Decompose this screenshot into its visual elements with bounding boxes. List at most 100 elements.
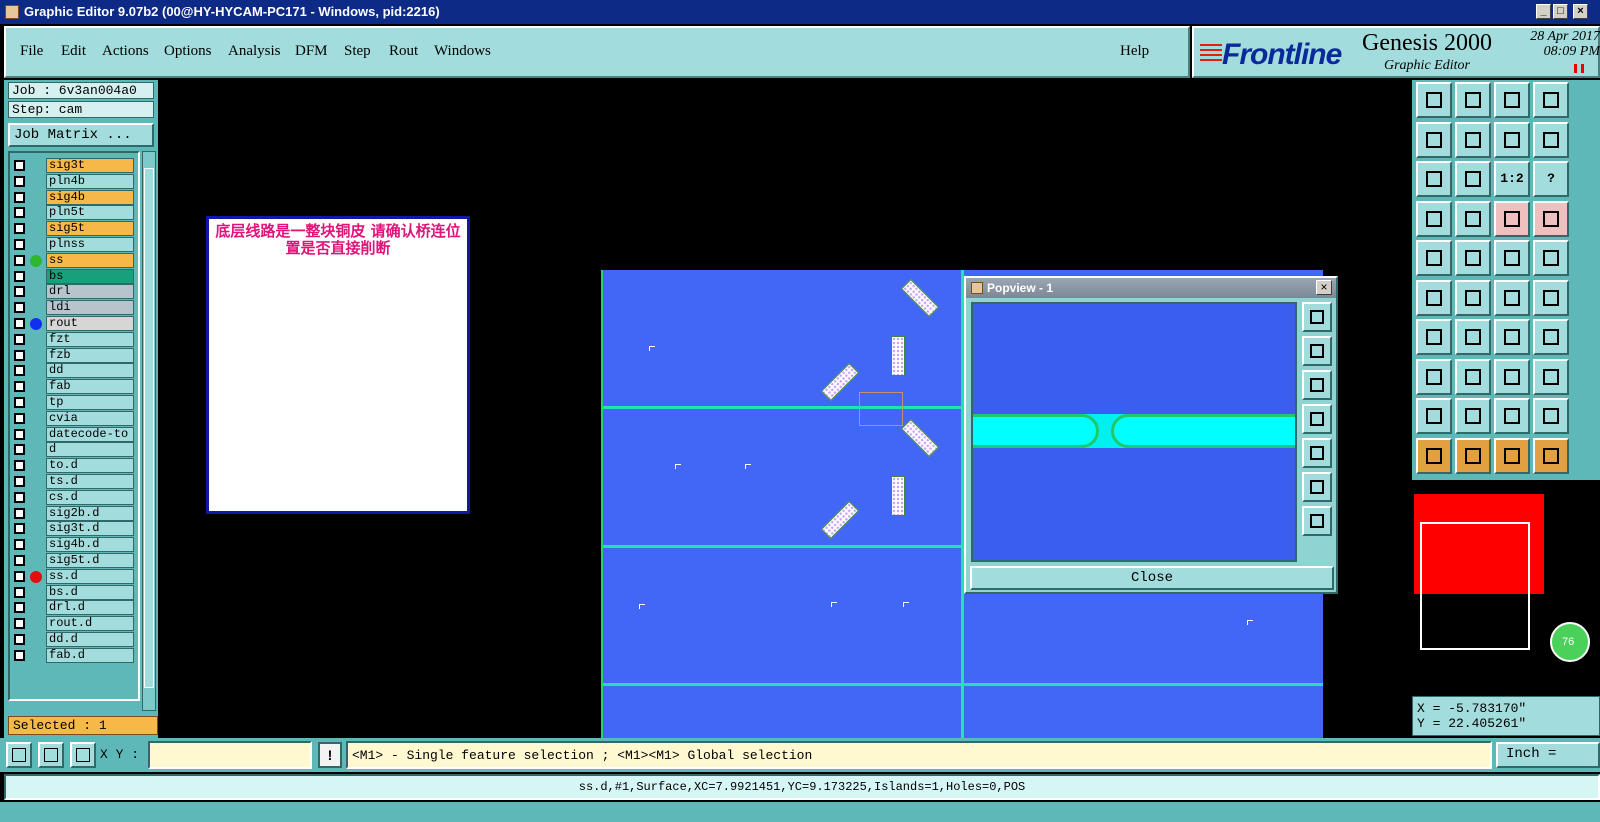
layer-row-tp[interactable]: tp [10, 394, 138, 410]
layer-row-ss-d[interactable]: ss.d [10, 568, 138, 584]
tool-snap-button[interactable] [1416, 200, 1452, 237]
layer-checkbox[interactable] [14, 270, 25, 282]
layer-checkbox[interactable] [14, 191, 25, 203]
component-pad[interactable] [820, 362, 860, 402]
tool-fit-button[interactable] [1416, 161, 1452, 197]
xy-input[interactable] [148, 741, 312, 769]
menu-actions[interactable]: Actions [102, 43, 149, 60]
popview-canvas[interactable] [971, 302, 1297, 562]
tool-move-button[interactable] [1416, 358, 1452, 395]
tool-node-button[interactable] [1416, 279, 1452, 316]
tool-help-button[interactable]: ? [1533, 161, 1569, 197]
layer-row-sig3t-d[interactable]: sig3t.d [10, 520, 138, 537]
tool-arrow-left-button[interactable] [1416, 121, 1452, 158]
tool-ruler-button[interactable] [1494, 240, 1530, 276]
tool-point-alt-button[interactable] [1533, 279, 1569, 316]
popview-center-button[interactable] [1302, 506, 1332, 536]
layer-checkbox[interactable] [14, 286, 25, 298]
menu-dfm[interactable]: DFM [295, 43, 328, 60]
layer-row-d[interactable]: d [10, 441, 138, 458]
tool-group-button[interactable] [1533, 358, 1569, 395]
tool-pointer-edit-button[interactable] [1494, 437, 1530, 474]
layer-row-rout-d[interactable]: rout.d [10, 615, 138, 632]
layer-row-sig5t[interactable]: sig5t [10, 220, 138, 237]
layer-checkbox[interactable] [14, 333, 25, 345]
layer-checkbox[interactable] [14, 491, 25, 503]
tool-pointer-net-button[interactable] [1533, 437, 1569, 474]
layer-checkbox[interactable] [14, 223, 25, 235]
menu-analysis[interactable]: Analysis [228, 43, 281, 60]
snap-button[interactable] [6, 742, 32, 768]
layer-row-cvia[interactable]: cvia [10, 410, 138, 426]
layer-checkbox[interactable] [14, 507, 25, 519]
layer-checkbox[interactable] [14, 318, 25, 329]
layer-checkbox[interactable] [14, 365, 25, 377]
tool-triangle-button[interactable] [1416, 398, 1452, 434]
layer-checkbox[interactable] [14, 381, 25, 393]
layer-row-dd-d[interactable]: dd.d [10, 631, 138, 647]
component-pad[interactable] [900, 418, 940, 458]
layer-checkbox[interactable] [14, 634, 25, 645]
measure-button[interactable] [38, 742, 64, 768]
popview-pan-up-button[interactable] [1302, 336, 1332, 366]
close-window-button[interactable]: × [1573, 4, 1588, 19]
tool-resize-button[interactable] [1494, 358, 1530, 395]
layer-checkbox[interactable] [14, 239, 25, 250]
layer-checkbox[interactable] [14, 460, 25, 472]
layer-checkbox[interactable] [14, 523, 25, 535]
tool-move-up-button[interactable] [1416, 82, 1452, 118]
layer-row-drl-d[interactable]: drl.d [10, 599, 138, 616]
component-pad[interactable] [891, 336, 905, 376]
tool-arc-button[interactable] [1494, 319, 1530, 355]
layer-checkbox[interactable] [14, 160, 25, 171]
layer-row-sig4b-d[interactable]: sig4b.d [10, 536, 138, 553]
tool-triangle-fill-button[interactable] [1494, 398, 1530, 434]
tool-circle-button[interactable] [1533, 240, 1569, 276]
tool-layers-alt-button[interactable] [1533, 200, 1569, 237]
layer-row-sig2b-d[interactable]: sig2b.d [10, 505, 138, 521]
layer-checkbox[interactable] [14, 602, 25, 614]
tool-triangle-alt-button[interactable] [1455, 398, 1491, 434]
job-matrix-button[interactable]: Job Matrix ... [8, 123, 154, 147]
tool-arrow-right-button[interactable] [1455, 121, 1491, 158]
layer-row-drl[interactable]: drl [10, 283, 138, 300]
menu-step[interactable]: Step [344, 43, 371, 60]
popview-fit-button[interactable] [1302, 472, 1332, 502]
minimap-viewport[interactable] [1420, 522, 1530, 650]
tool-minus-button[interactable] [1455, 358, 1491, 395]
layer-row-dd[interactable]: dd [10, 362, 138, 379]
popview-close-x-button[interactable]: × [1316, 280, 1332, 295]
layer-checkbox[interactable] [14, 175, 25, 187]
tool-ratio-button[interactable]: 1:2 [1494, 161, 1530, 197]
layer-checkbox[interactable] [14, 302, 25, 314]
layer-checkbox[interactable] [14, 254, 25, 266]
pause-icon[interactable] [1574, 64, 1584, 73]
tool-pad-button[interactable] [1416, 240, 1452, 276]
layer-row-ldi[interactable]: ldi [10, 299, 138, 316]
tool-grid-button[interactable] [1455, 200, 1491, 237]
layer-checkbox[interactable] [14, 444, 25, 456]
layer-row-sig5t-d[interactable]: sig5t.d [10, 552, 138, 568]
layer-checkbox[interactable] [14, 618, 25, 630]
popview-close-button[interactable]: Close [970, 566, 1334, 590]
layer-checkbox[interactable] [14, 539, 25, 551]
tool-step-button[interactable] [1533, 121, 1569, 158]
layer-checkbox[interactable] [14, 570, 25, 582]
component-pad[interactable] [891, 476, 905, 516]
zoom-badge[interactable]: 76 [1550, 622, 1590, 662]
minimize-button[interactable]: _ [1536, 4, 1551, 19]
component-pad[interactable] [820, 500, 860, 540]
layer-list-scrollbar[interactable] [142, 151, 156, 711]
layer-row-fab[interactable]: fab [10, 378, 138, 395]
scrollbar-thumb[interactable] [144, 168, 154, 688]
menu-windows[interactable]: Windows [434, 43, 491, 60]
menu-options[interactable]: Options [164, 43, 212, 60]
layer-checkbox[interactable] [14, 586, 25, 598]
tool-triangle-fill-alt-button[interactable] [1533, 398, 1569, 434]
layer-row-bs-d[interactable]: bs.d [10, 584, 138, 600]
message-button[interactable]: ! [318, 742, 342, 768]
tool-cross-button[interactable] [1455, 279, 1491, 316]
popview-zoom-button[interactable] [1302, 302, 1332, 332]
layer-checkbox[interactable] [14, 555, 25, 566]
layer-row-ts-d[interactable]: ts.d [10, 473, 138, 489]
